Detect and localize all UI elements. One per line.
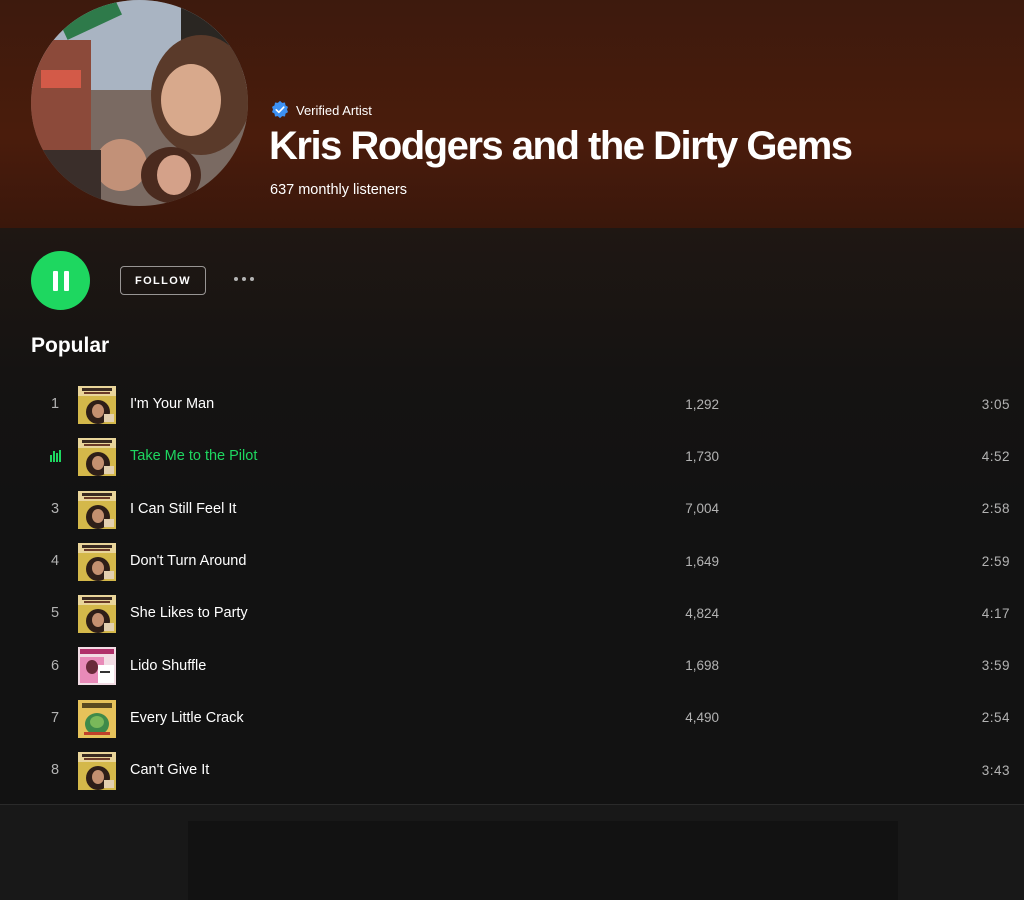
bottom-area — [0, 804, 1024, 900]
pause-button[interactable] — [31, 251, 90, 310]
monthly-listeners: 637 monthly listeners — [270, 182, 408, 198]
track-row[interactable]: 5 She Likes to Party 4,824 4:17 — [0, 587, 1024, 639]
track-row[interactable]: 8 Can't Give It 3:43 — [0, 744, 1024, 796]
track-artwork — [78, 699, 116, 738]
track-number: 1 — [50, 396, 60, 413]
artist-avatar — [31, 0, 248, 206]
track-number: 8 — [50, 762, 60, 779]
track-title[interactable]: Don't Turn Around — [130, 535, 246, 587]
track-row[interactable]: 6 Lido Shuffle 1,698 3:59 — [0, 639, 1024, 691]
track-duration: 3:05 — [981, 396, 1010, 412]
track-title[interactable]: I'm Your Man — [130, 378, 214, 430]
track-duration: 2:58 — [981, 501, 1010, 517]
track-plays: 1,649 — [685, 553, 719, 569]
track-row[interactable]: 1 I'm Your Man 1,292 3:05 — [0, 378, 1024, 430]
track-title[interactable]: Can't Give It — [130, 744, 209, 796]
track-duration: 4:17 — [981, 605, 1010, 621]
track-title[interactable]: She Likes to Party — [130, 587, 248, 639]
track-duration: 3:59 — [981, 658, 1010, 674]
track-number: 6 — [50, 657, 60, 674]
more-horizontal-icon-dot — [250, 277, 254, 281]
track-artwork — [78, 490, 116, 529]
artist-header: Verified Artist Kris Rodgers and the Dir… — [0, 0, 1024, 228]
more-horizontal-icon — [234, 277, 238, 281]
popular-heading: Popular — [31, 334, 110, 357]
track-title[interactable]: I Can Still Feel It — [130, 483, 236, 535]
track-title[interactable]: Lido Shuffle — [130, 639, 206, 691]
track-title[interactable]: Take Me to the Pilot — [130, 430, 257, 482]
track-row[interactable]: 4 Don't Turn Around 1,649 2:59 — [0, 535, 1024, 587]
track-duration: 2:59 — [981, 553, 1010, 569]
now-playing-indicator — [40, 430, 70, 482]
track-duration: 3:43 — [981, 762, 1010, 778]
more-horizontal-icon-dot — [242, 277, 246, 281]
equalizer-icon — [49, 450, 61, 463]
track-list: 1 I'm Your Man 1,292 3:05 Take Me to the… — [0, 378, 1024, 796]
track-plays: 1,730 — [685, 448, 719, 464]
track-duration: 4:52 — [981, 448, 1010, 464]
track-duration: 2:54 — [981, 710, 1010, 726]
artist-name: Kris Rodgers and the Dirty Gems — [269, 124, 853, 168]
track-plays: 4,824 — [685, 605, 719, 621]
track-artwork — [78, 595, 116, 634]
track-number: 4 — [50, 553, 60, 570]
verified-check-icon — [272, 100, 288, 119]
track-number: 3 — [50, 500, 60, 517]
track-artwork — [78, 752, 116, 791]
artist-content: FOLLOW Popular 1 I'm Your Man 1,292 3:05 — [0, 228, 1024, 804]
track-title[interactable]: Every Little Crack — [130, 692, 244, 744]
bottom-panel — [188, 821, 898, 900]
pause-icon-bar — [63, 270, 69, 291]
verified-label: Verified Artist — [296, 102, 372, 118]
track-row[interactable]: 7 Every Little Crack 4,490 2:54 — [0, 692, 1024, 744]
track-artwork — [78, 647, 116, 686]
track-plays: 4,490 — [685, 710, 719, 726]
track-number: 5 — [50, 605, 60, 622]
verified-badge: Verified Artist — [270, 100, 372, 120]
track-plays: 1,698 — [685, 658, 719, 674]
track-row[interactable]: 3 I Can Still Feel It 7,004 2:58 — [0, 483, 1024, 535]
track-number: 7 — [50, 709, 60, 726]
more-options-button[interactable] — [230, 268, 258, 290]
pause-icon — [52, 270, 58, 291]
track-artwork — [78, 438, 116, 477]
track-row[interactable]: Take Me to the Pilot 1,730 4:52 — [0, 430, 1024, 482]
track-artwork — [78, 386, 116, 424]
track-plays: 7,004 — [685, 501, 719, 517]
track-plays: 1,292 — [685, 396, 719, 412]
follow-button[interactable]: FOLLOW — [120, 266, 206, 295]
track-artwork — [78, 542, 116, 581]
